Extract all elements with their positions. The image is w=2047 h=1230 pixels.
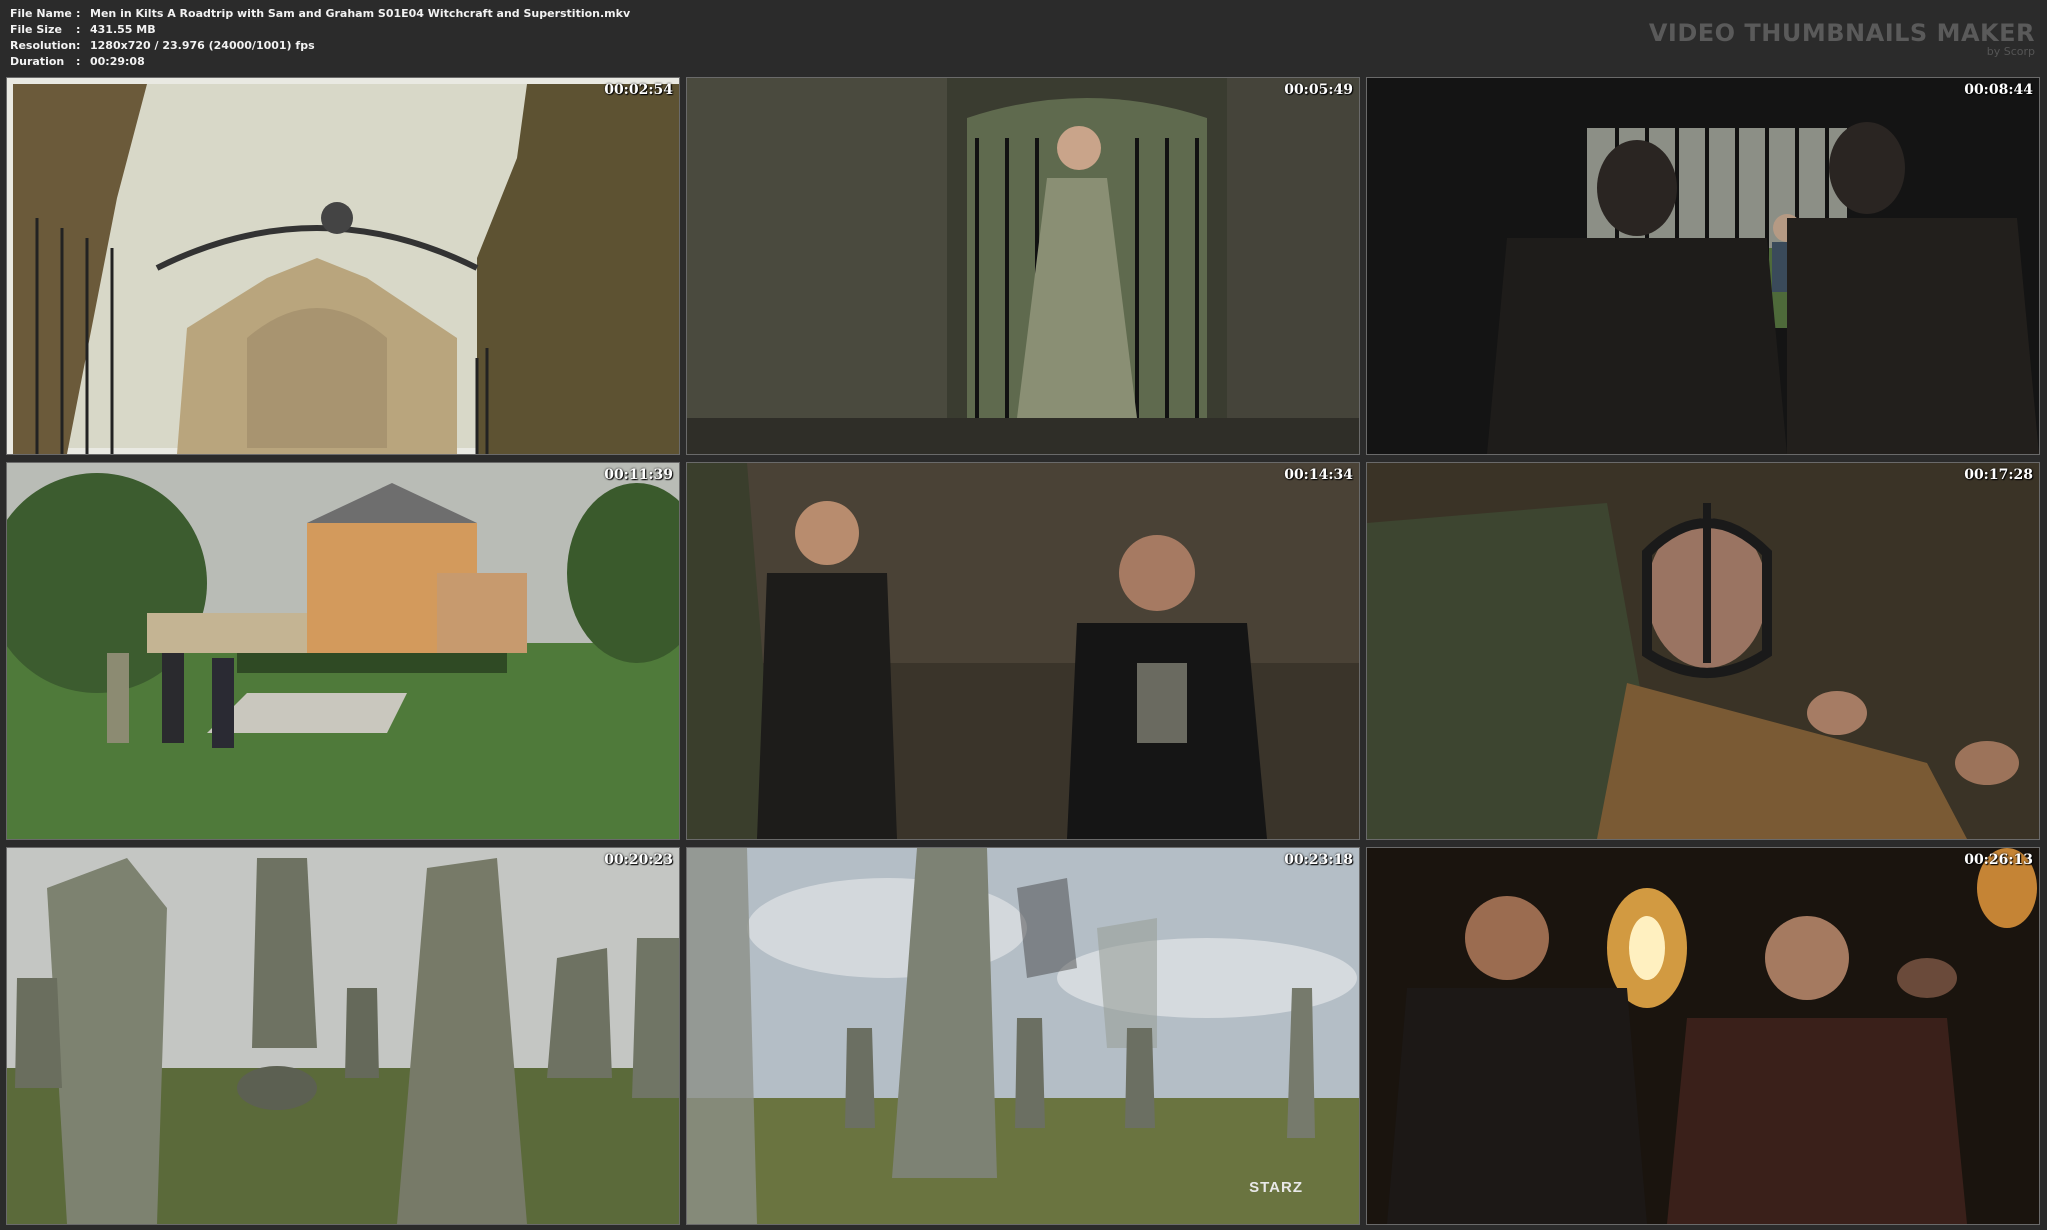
- info-separator: :: [76, 55, 81, 68]
- timestamp: 00:02:54: [604, 82, 673, 98]
- thumbnail-4[interactable]: 00:11:39: [6, 462, 680, 840]
- thumbnail-6[interactable]: 00:17:28: [1366, 462, 2040, 840]
- standing-stones-icon: [7, 848, 679, 1224]
- file-info: File Name : Men in Kilts A Roadtrip with…: [10, 6, 630, 70]
- vault-men-icon: [687, 463, 1359, 839]
- info-separator: :: [76, 7, 81, 20]
- brand-logo: VIDEO THUMBNAILS MAKER by Scorp: [1649, 20, 2035, 58]
- thumbnail-1[interactable]: 00:02:54: [6, 77, 680, 455]
- info-separator: :: [76, 23, 81, 36]
- starz-watermark: STARZ: [1249, 1179, 1303, 1196]
- thumbnail-2[interactable]: 00:05:49: [686, 77, 1360, 455]
- timestamp: 00:14:34: [1284, 467, 1353, 483]
- info-row-resolution: Resolution : 1280x720 / 23.976 (24000/10…: [10, 38, 630, 54]
- dark-window-icon: [1367, 78, 2039, 454]
- timestamp: 00:26:13: [1964, 852, 2033, 868]
- header: File Name : Men in Kilts A Roadtrip with…: [0, 0, 2047, 76]
- brand-subtitle: by Scorp: [1986, 45, 2035, 58]
- info-value: Men in Kilts A Roadtrip with Sam and Gra…: [90, 7, 631, 20]
- timestamp: 00:05:49: [1284, 82, 1353, 98]
- thumbnail-sheet: File Name : Men in Kilts A Roadtrip with…: [0, 0, 2047, 1230]
- info-key: File Name: [10, 7, 72, 20]
- thumbnail-grid: 00:02:54 00:05:49 00:08:44 00:11:39 00:1…: [6, 77, 2041, 1225]
- iron-mask-icon: [1367, 463, 2039, 839]
- timestamp: 00:17:28: [1964, 467, 2033, 483]
- brand-title: VIDEO THUMBNAILS MAKER: [1648, 19, 2035, 47]
- info-row-file-size: File Size : 431.55 MB: [10, 22, 630, 38]
- info-key: Duration: [10, 55, 65, 68]
- timestamp: 00:11:39: [604, 467, 673, 483]
- info-separator: :: [76, 39, 81, 52]
- gate-painting-icon: [7, 78, 679, 454]
- timestamp: 00:08:44: [1964, 82, 2033, 98]
- info-value: 431.55 MB: [90, 23, 156, 36]
- timestamp: 00:20:23: [604, 852, 673, 868]
- thumbnail-3[interactable]: 00:08:44: [1366, 77, 2040, 455]
- thumbnail-9[interactable]: 00:26:13: [1366, 847, 2040, 1225]
- thumbnail-5[interactable]: 00:14:34: [686, 462, 1360, 840]
- stones-overlay-icon: [687, 848, 1359, 1224]
- man-at-gate-icon: [687, 78, 1359, 454]
- timestamp: 00:23:18: [1284, 852, 1353, 868]
- thumbnail-7[interactable]: 00:20:23: [6, 847, 680, 1225]
- info-row-duration: Duration : 00:29:08: [10, 54, 630, 70]
- info-value: 1280x720 / 23.976 (24000/1001) fps: [90, 39, 315, 52]
- info-row-file-name: File Name : Men in Kilts A Roadtrip with…: [10, 6, 630, 22]
- info-value: 00:29:08: [90, 55, 145, 68]
- torchlight-icon: [1367, 848, 2039, 1224]
- info-key: File Size: [10, 23, 62, 36]
- thumbnail-8[interactable]: 00:23:18 STARZ: [686, 847, 1360, 1225]
- info-key: Resolution: [10, 39, 77, 52]
- castle-lawn-icon: [7, 463, 679, 839]
